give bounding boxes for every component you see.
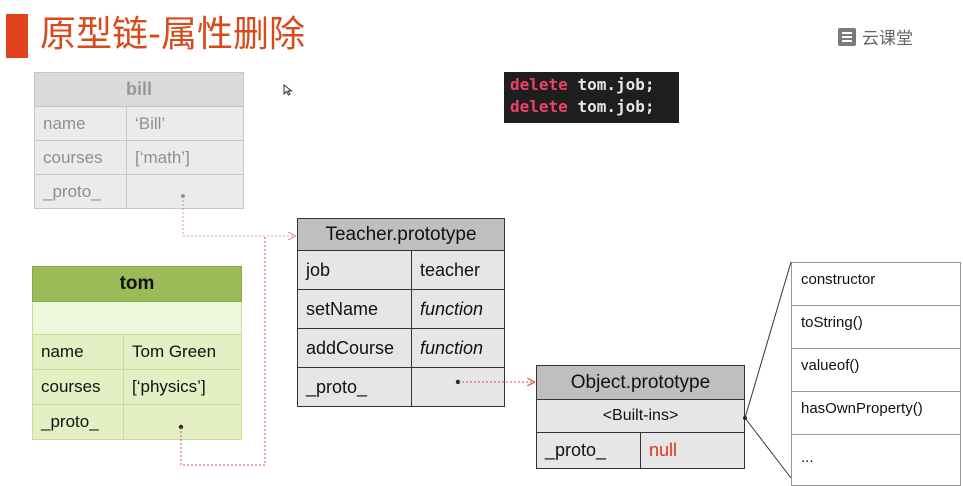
bill-proto-arrow	[181, 194, 295, 236]
connector-lines	[178, 194, 792, 479]
teacher-proto-arrow	[455, 380, 534, 384]
builtins-fan-lines	[743, 261, 792, 479]
tom-proto-arrow	[178, 236, 266, 466]
